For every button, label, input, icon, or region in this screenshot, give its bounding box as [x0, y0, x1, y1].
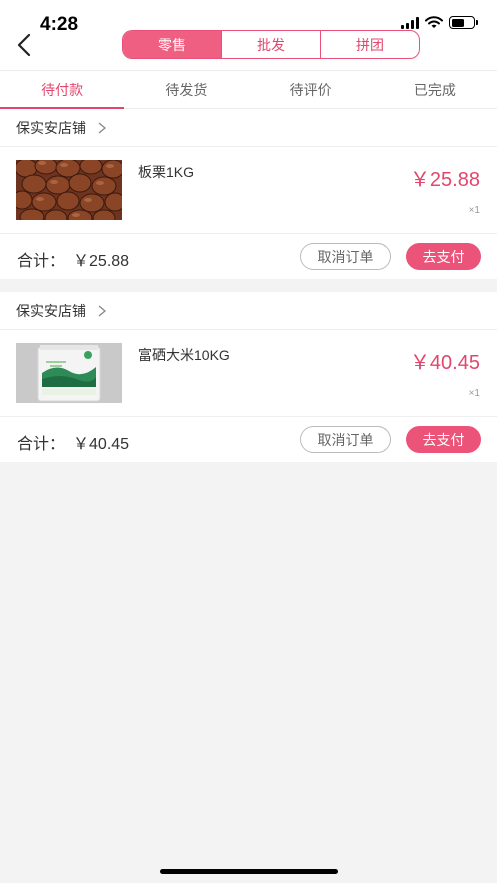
battery-icon — [449, 16, 478, 29]
top-bar: 4:28 零售 批发 拼团 — [0, 0, 497, 70]
order-total: 合计： ￥40.45 — [17, 430, 129, 454]
order-total-row: 合计： ￥40.45 取消订单 去支付 — [0, 417, 497, 462]
status-time: 4:28 — [40, 14, 79, 35]
cancel-order-button[interactable]: 取消订单 — [300, 426, 391, 453]
order-total: 合计： ￥25.88 — [17, 247, 129, 271]
segment-wholesale[interactable]: 批发 — [221, 31, 320, 58]
product-row[interactable]: 板栗1KG ￥25.88 ×1 — [0, 147, 497, 234]
back-arrow-icon[interactable] — [14, 32, 36, 58]
signal-icon — [401, 16, 419, 29]
store-name: 保实安店铺 — [16, 119, 86, 136]
order-card: 保实安店铺 板栗1KG ￥25.88 ×1 合计： ￥25.88 取消订单 去支… — [0, 109, 497, 279]
store-link[interactable]: 保实安店铺 — [0, 292, 497, 330]
home-indicator — [160, 869, 338, 874]
product-row[interactable]: 富硒大米10KG ￥40.45 ×1 — [0, 330, 497, 417]
chestnuts-image — [16, 160, 122, 220]
chevron-right-icon — [98, 122, 107, 133]
wifi-icon — [425, 16, 443, 28]
pay-button[interactable]: 去支付 — [406, 243, 481, 270]
order-card: 保实安店铺 富硒大米10KG ￥40.45 ×1 合计： ￥40.45 取消订单… — [0, 292, 497, 462]
chevron-right-icon — [98, 305, 107, 316]
product-price: ￥25.88 — [409, 169, 480, 191]
tab-pending-shipment[interactable]: 待发货 — [124, 71, 248, 108]
store-link[interactable]: 保实安店铺 — [0, 109, 497, 147]
tab-pending-payment[interactable]: 待付款 — [0, 71, 125, 109]
total-label: 合计： — [17, 436, 66, 453]
segment-group-buy[interactable]: 拼团 — [320, 31, 419, 58]
sales-type-segmented-control: 零售 批发 拼团 — [122, 30, 420, 59]
total-value: ￥25.88 — [73, 253, 130, 270]
segment-retail[interactable]: 零售 — [123, 31, 221, 58]
store-name: 保实安店铺 — [16, 302, 86, 319]
product-quantity: ×1 — [468, 205, 480, 216]
cancel-order-button[interactable]: 取消订单 — [300, 243, 391, 270]
tab-completed[interactable]: 已完成 — [373, 71, 497, 108]
product-name: 富硒大米10KG — [138, 347, 230, 363]
total-value: ￥40.45 — [73, 436, 130, 453]
pay-button[interactable]: 去支付 — [406, 426, 481, 453]
total-label: 合计： — [17, 253, 66, 270]
product-quantity: ×1 — [468, 388, 480, 399]
order-status-tabs: 待付款 待发货 待评价 已完成 — [0, 70, 497, 109]
product-price: ￥40.45 — [409, 352, 480, 374]
status-icons — [401, 16, 478, 29]
tab-pending-review[interactable]: 待评价 — [249, 71, 373, 108]
rice-bag-image — [16, 343, 122, 403]
order-total-row: 合计： ￥25.88 取消订单 去支付 — [0, 234, 497, 279]
product-name: 板栗1KG — [138, 164, 195, 180]
